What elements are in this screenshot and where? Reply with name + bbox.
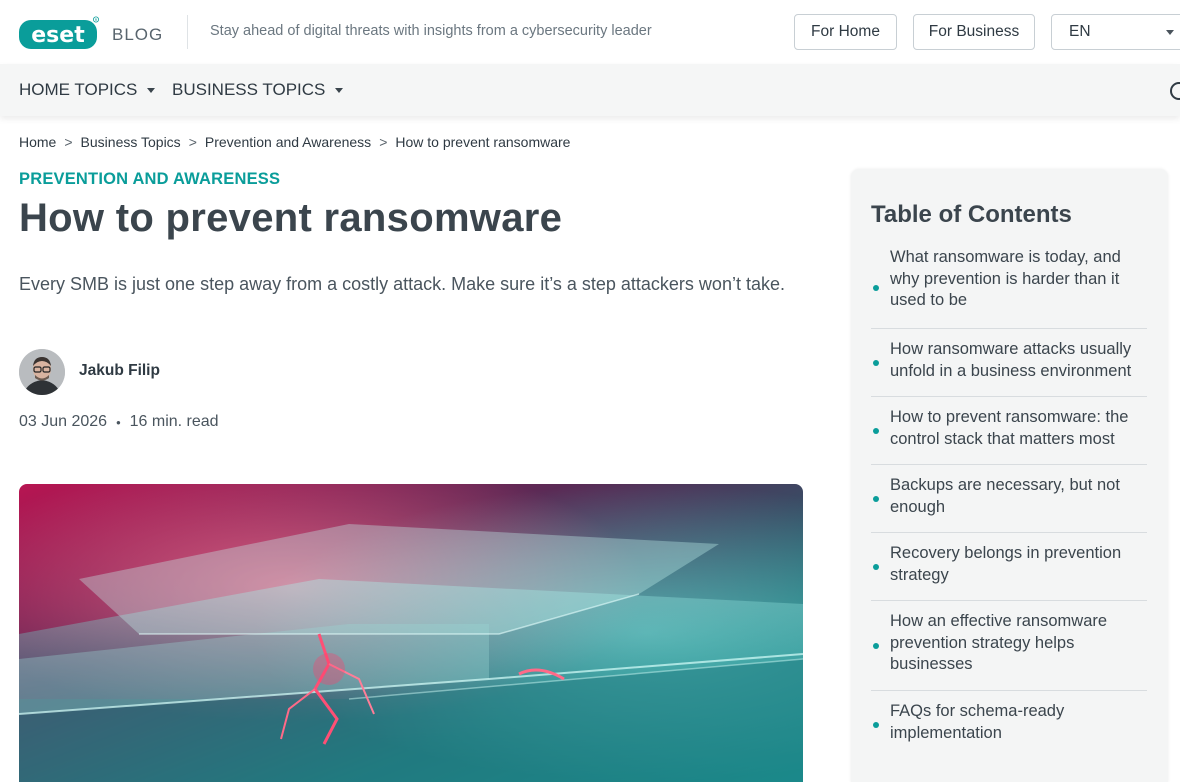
toc-item[interactable]: What ransomware is today, and why preven…: [871, 247, 1147, 329]
eset-logo-icon: eset R: [19, 16, 100, 49]
bullet-icon: [873, 722, 879, 728]
article-title: How to prevent ransomware: [19, 196, 563, 240]
chevron-down-icon: [147, 87, 156, 93]
article-category-link[interactable]: PREVENTION AND AWARENESS: [19, 170, 280, 189]
nav-home-topics-label: HOME TOPICS: [19, 80, 138, 99]
search-icon[interactable]: [1168, 80, 1180, 102]
language-value: EN: [1069, 23, 1091, 40]
toc-item-label: Backups are necessary, but not enough: [890, 476, 1120, 516]
toc-item[interactable]: How an effective ransomware prevention s…: [871, 601, 1147, 691]
breadcrumb-separator: >: [64, 134, 73, 150]
bullet-icon: [873, 284, 879, 291]
toc-item[interactable]: Recovery belongs in prevention strategy: [871, 533, 1147, 601]
toc-item[interactable]: Backups are necessary, but not enough: [871, 465, 1147, 533]
meta-separator: •: [116, 414, 121, 430]
breadcrumb-home[interactable]: Home: [19, 134, 56, 150]
author-photo: [19, 349, 65, 395]
nav-business-topics-label: BUSINESS TOPICS: [172, 80, 326, 99]
blog-label: BLOG: [112, 25, 164, 44]
breadcrumb-separator: >: [188, 134, 197, 150]
toc-item-label: How an effective ransomware prevention s…: [890, 612, 1108, 673]
article-subtitle: Every SMB is just one step away from a c…: [19, 274, 785, 294]
breadcrumb-current: How to prevent ransomware: [395, 134, 571, 150]
breadcrumb-business-topics[interactable]: Business Topics: [81, 134, 181, 150]
toc-item[interactable]: FAQs for schema-ready implementation: [871, 691, 1147, 759]
table-of-contents: Table of Contents What ransomware is tod…: [851, 169, 1168, 782]
toc-item[interactable]: How ransomware attacks usually unfold in…: [871, 329, 1147, 397]
breadcrumb-separator: >: [379, 134, 388, 150]
article-meta: 03 Jun 2026 • 16 min. read: [19, 413, 219, 431]
hero-illustration: [19, 484, 803, 782]
header-divider: [187, 15, 188, 49]
bullet-icon: [873, 563, 879, 570]
chevron-down-icon: [335, 87, 344, 93]
chevron-down-icon: [1166, 30, 1174, 35]
bullet-icon: [873, 359, 879, 366]
publish-date: 03 Jun 2026: [19, 413, 108, 430]
top-header: eset R BLOG Stay ahead of digital threat…: [0, 0, 1180, 64]
breadcrumb: Home > Business Topics > Prevention and …: [19, 134, 570, 150]
toc-item-label: FAQs for schema-ready implementation: [890, 702, 1065, 742]
nav-home-topics[interactable]: HOME TOPICS: [19, 80, 156, 100]
for-business-button[interactable]: For Business: [913, 14, 1035, 50]
toc-item-label: How ransomware attacks usually unfold in…: [890, 340, 1132, 380]
toc-item-label: What ransomware is today, and why preven…: [890, 248, 1121, 309]
header-tagline: Stay ahead of digital threats with insig…: [210, 23, 652, 39]
nav-business-topics[interactable]: BUSINESS TOPICS: [172, 80, 344, 100]
toc-item[interactable]: How to prevent ransomware: the control s…: [871, 397, 1147, 465]
language-select[interactable]: EN: [1051, 14, 1180, 50]
toc-list: What ransomware is today, and why preven…: [871, 247, 1147, 759]
author-avatar[interactable]: [19, 349, 65, 395]
bullet-icon: [873, 427, 879, 434]
hero-image: [19, 484, 803, 782]
main-nav: HOME TOPICS BUSINESS TOPICS: [0, 64, 1180, 116]
breadcrumb-prevention-awareness[interactable]: Prevention and Awareness: [205, 134, 371, 150]
svg-text:eset: eset: [31, 23, 85, 48]
bullet-icon: [873, 642, 879, 649]
toc-item-label: Recovery belongs in prevention strategy: [890, 544, 1122, 584]
bullet-icon: [873, 495, 879, 502]
read-time: 16 min. read: [129, 413, 219, 430]
for-home-button[interactable]: For Home: [794, 14, 897, 50]
author-name-link[interactable]: Jakub Filip: [79, 362, 160, 380]
toc-item-label: How to prevent ransomware: the control s…: [890, 408, 1129, 448]
toc-title: Table of Contents: [871, 201, 1072, 228]
